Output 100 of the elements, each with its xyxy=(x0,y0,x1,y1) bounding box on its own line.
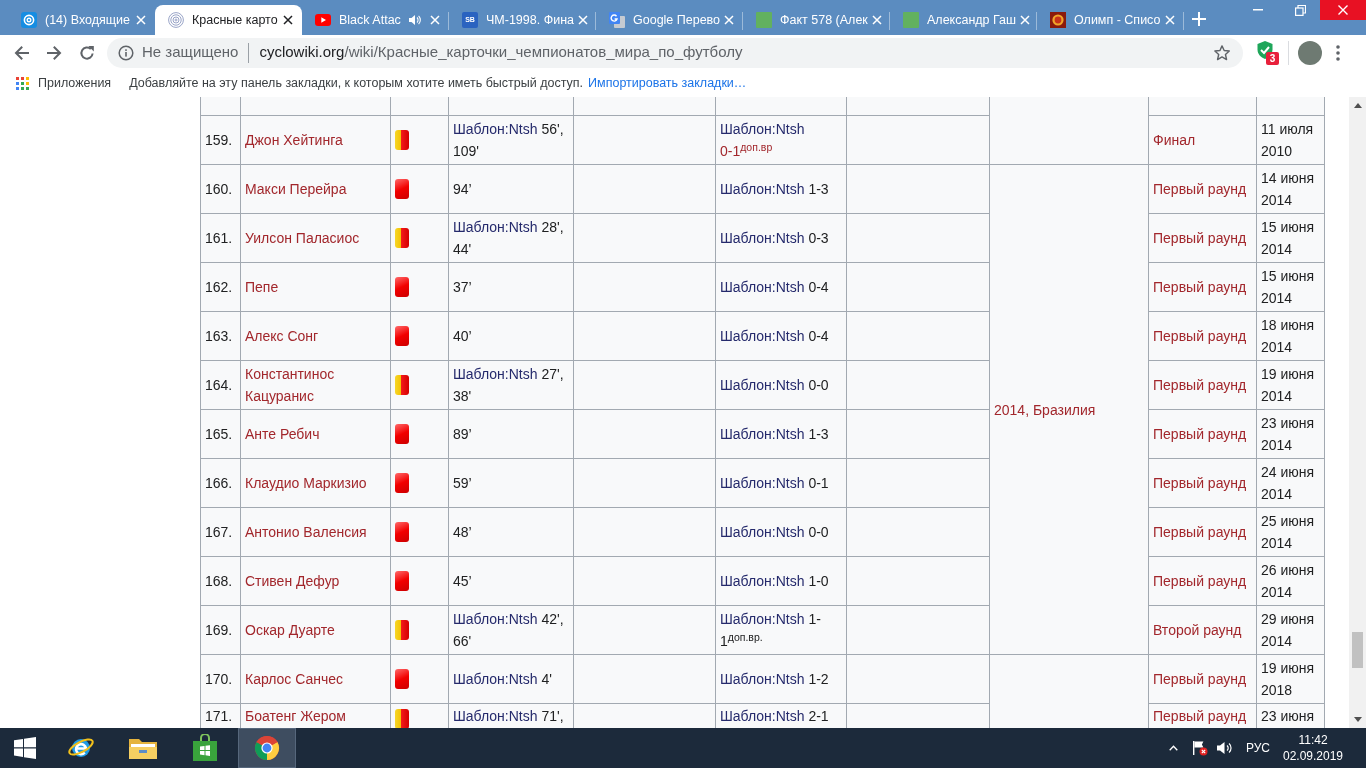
browser-tab[interactable]: Александр Гаш xyxy=(890,5,1037,35)
match-date: 26 июня 2014 xyxy=(1261,562,1315,600)
close-tab-icon[interactable] xyxy=(283,15,293,25)
windows-logo-icon[interactable] xyxy=(14,737,36,759)
minutes-text: Шаблон:Ntsh 27', 38' xyxy=(453,366,564,404)
player-link[interactable]: Антонио Валенсия xyxy=(245,521,367,543)
score-link[interactable]: 0-1$^{доп.вр}$ xyxy=(720,143,773,159)
template-link[interactable]: Шаблон:Ntsh xyxy=(720,708,805,724)
player-link[interactable]: Карлос Санчес xyxy=(245,668,344,690)
address-field[interactable]: Не защищено cyclowiki.org/wiki/Красные_карточки_чемпионатов_мира_по_футболу xyxy=(107,37,1243,68)
player-link[interactable]: Клаудио Маркизио xyxy=(245,472,367,494)
template-link[interactable]: Шаблон:Ntsh xyxy=(720,279,805,295)
stage-link[interactable]: Второй раунд xyxy=(1153,622,1242,638)
player-link[interactable]: Пепе xyxy=(245,276,279,298)
template-link[interactable]: Шаблон:Ntsh xyxy=(720,377,805,393)
scroll-up-icon[interactable] xyxy=(1353,103,1362,108)
template-link[interactable]: Шаблон:Ntsh xyxy=(453,366,538,382)
square-icon xyxy=(756,12,772,28)
minimize-icon[interactable] xyxy=(1252,9,1263,11)
security-status[interactable]: Не защищено xyxy=(142,41,239,64)
match-date: 15 июня 2014 xyxy=(1261,219,1315,257)
template-link[interactable]: Шаблон:Ntsh xyxy=(720,524,805,540)
player-link[interactable]: Константинос Кацуранис xyxy=(245,363,386,407)
caret-up-icon[interactable] xyxy=(1168,745,1178,751)
player-link[interactable]: Боатенг Жером xyxy=(245,705,346,727)
stage-link[interactable]: Первый раунд xyxy=(1153,708,1247,724)
match-date: 11 июля 2010 xyxy=(1261,121,1314,159)
card-icon xyxy=(395,326,409,346)
flag-icon[interactable] xyxy=(1191,740,1208,756)
browser-tab[interactable]: Google Перево xyxy=(596,5,743,35)
template-link[interactable]: Шаблон:Ntsh xyxy=(453,708,538,724)
template-link[interactable]: Шаблон:Ntsh xyxy=(720,121,805,137)
scrollbar[interactable] xyxy=(1349,97,1366,728)
apps-button[interactable]: Приложения xyxy=(16,74,112,93)
scroll-down-icon[interactable] xyxy=(1353,717,1362,722)
import-bookmarks-link[interactable]: Импортировать закладки… xyxy=(588,74,747,93)
template-link[interactable]: Шаблон:Ntsh xyxy=(453,219,538,235)
info-icon[interactable] xyxy=(118,44,134,61)
stage-link[interactable]: Первый раунд xyxy=(1153,573,1247,589)
stage-link[interactable]: Финал xyxy=(1153,132,1196,148)
clock-time[interactable]: 11:42 xyxy=(1298,732,1328,748)
template-link[interactable]: Шаблон:Ntsh xyxy=(453,121,538,137)
stage-link[interactable]: Первый раунд xyxy=(1153,426,1247,442)
match-date: 25 июня 2014 xyxy=(1261,513,1315,551)
minutes-text: 89’ xyxy=(453,426,472,442)
template-link[interactable]: Шаблон:Ntsh xyxy=(720,328,805,344)
player-link[interactable]: Стивен Дефур xyxy=(245,570,340,592)
clock-date[interactable]: 02.09.2019 xyxy=(1282,748,1344,764)
scrollbar-thumb[interactable] xyxy=(1352,632,1363,668)
speaker-icon[interactable] xyxy=(1216,741,1233,755)
spiral-icon xyxy=(168,12,184,28)
avatar-icon[interactable] xyxy=(1298,40,1322,65)
shopping-bag-icon xyxy=(192,734,218,762)
card-icon xyxy=(395,130,409,150)
player-link[interactable]: Оскар Дуарте xyxy=(245,619,335,641)
menu-icon[interactable] xyxy=(1336,44,1340,61)
browser-tab[interactable]: Факт 578 (Алек xyxy=(743,5,890,35)
minutes-text: 48’ xyxy=(453,524,472,540)
template-link[interactable]: Шаблон:Ntsh xyxy=(720,230,805,246)
player-link[interactable]: Анте Ребич xyxy=(245,423,320,445)
template-link[interactable]: Шаблон:Ntsh xyxy=(720,426,805,442)
stage-link[interactable]: Первый раунд xyxy=(1153,230,1247,246)
stage-link[interactable]: Первый раунд xyxy=(1153,524,1247,540)
minutes-text: 59’ xyxy=(453,475,472,491)
row-number: 159. xyxy=(205,132,233,148)
restore-icon[interactable] xyxy=(1294,4,1306,16)
template-link[interactable]: Шаблон:Ntsh xyxy=(720,611,805,627)
forward-arrow-icon[interactable] xyxy=(46,44,62,61)
close-icon[interactable] xyxy=(1338,5,1348,15)
template-link[interactable]: Шаблон:Ntsh xyxy=(720,475,805,491)
new-tab-icon[interactable] xyxy=(1192,11,1206,26)
player-link[interactable]: Алекс Сонг xyxy=(245,325,319,347)
tournament-link[interactable]: 2014, Бразилия xyxy=(994,401,1096,418)
stage-link[interactable]: Первый раунд xyxy=(1153,475,1247,491)
browser-tab[interactable]: Красные карто xyxy=(155,5,302,35)
card-icon xyxy=(395,709,409,728)
reload-icon[interactable] xyxy=(79,44,95,61)
template-link[interactable]: Шаблон:Ntsh xyxy=(720,573,805,589)
emblem-icon xyxy=(1050,12,1066,28)
stage-link[interactable]: Первый раунд xyxy=(1153,671,1247,687)
browser-tab[interactable]: Олимп - Списо xyxy=(1037,5,1184,35)
apps-grid-icon[interactable] xyxy=(16,77,29,90)
stage-link[interactable]: Первый раунд xyxy=(1153,377,1247,393)
stage-link[interactable]: Первый раунд xyxy=(1153,181,1247,197)
browser-tab[interactable]: (14) Входящие xyxy=(8,5,155,35)
template-link[interactable]: Шаблон:Ntsh xyxy=(453,611,538,627)
url-text[interactable]: cyclowiki.org/wiki/Красные_карточки_чемпионатов_мира_по_футболу xyxy=(259,41,743,64)
language-indicator[interactable]: РУС xyxy=(1245,739,1270,757)
star-icon[interactable] xyxy=(1213,43,1231,62)
minutes-text: 40’ xyxy=(453,328,472,344)
template-link[interactable]: Шаблон:Ntsh xyxy=(720,181,805,197)
stage-link[interactable]: Первый раунд xyxy=(1153,279,1247,295)
player-link[interactable]: Джон Хейтинга xyxy=(245,129,343,151)
player-link[interactable]: Макси Перейра xyxy=(245,178,347,200)
back-arrow-icon[interactable] xyxy=(14,44,30,61)
template-link[interactable]: Шаблон:Ntsh xyxy=(453,671,538,687)
stage-link[interactable]: Первый раунд xyxy=(1153,328,1247,344)
player-link[interactable]: Уилсон Паласиос xyxy=(245,227,360,249)
row-number: 168. xyxy=(205,573,233,589)
template-link[interactable]: Шаблон:Ntsh xyxy=(720,671,805,687)
